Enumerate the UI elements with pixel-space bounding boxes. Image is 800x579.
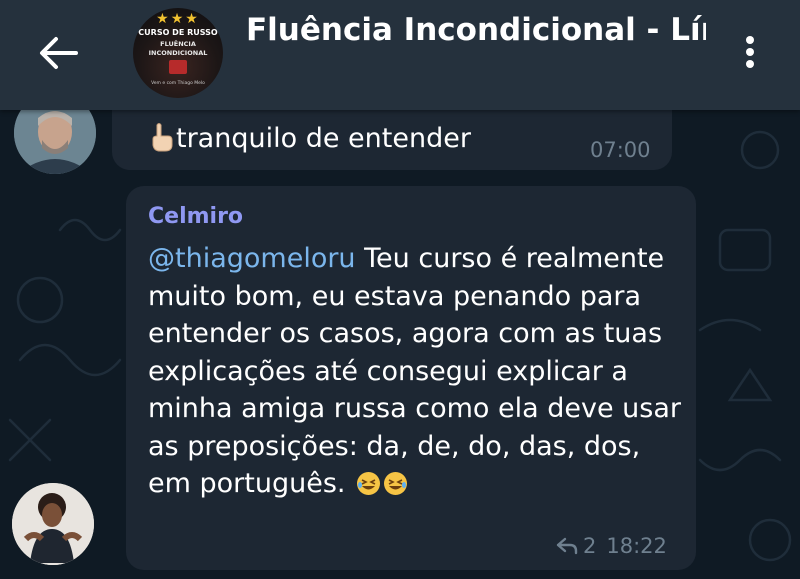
rolling-laughing-face-icon — [384, 472, 408, 495]
group-avatar[interactable]: ★★★ CURSO DE RUSSO FLUÊNCIA INCONDICIONA… — [133, 8, 223, 98]
chat-header: ★★★ CURSO DE RUSSO FLUÊNCIA INCONDICIONA… — [0, 0, 800, 110]
reply-count: 2 — [583, 534, 597, 558]
back-button[interactable] — [30, 30, 86, 76]
message-time: 18:22 — [606, 534, 667, 558]
message-text-content: tranquilo de entender — [176, 123, 471, 154]
rolling-laughing-face-icon — [357, 472, 381, 495]
user-photo — [12, 483, 94, 565]
message-meta: 2 18:22 — [556, 534, 667, 558]
replies-button[interactable]: 2 — [556, 534, 596, 558]
user-avatar[interactable] — [12, 483, 94, 565]
more-vertical-icon — [746, 36, 754, 68]
avatar-line1: CURSO DE RUSSO — [138, 28, 218, 37]
pointing-up-hand-icon — [148, 122, 174, 154]
avatar-line3: INCONDICIONAL — [148, 49, 208, 57]
sender-name[interactable]: Celmiro — [148, 204, 243, 229]
reply-arrow-icon — [556, 537, 578, 555]
message-text: @thiagomeloru Teu curso é realmente muit… — [148, 240, 688, 503]
more-options-button[interactable] — [730, 28, 770, 76]
chat-title[interactable]: Fluência Incondicional - Lín — [246, 12, 706, 48]
message-text: tranquilo de entender — [148, 122, 471, 154]
avatar-line2: FLUÊNCIA — [160, 40, 196, 48]
user-mention-link[interactable]: @thiagomeloru — [148, 243, 356, 274]
avatar-stars: ★★★ — [156, 11, 200, 27]
arrow-left-icon — [40, 37, 78, 69]
book-icon — [169, 60, 187, 74]
avatar-caption: Vem e com Thiago Melo — [151, 81, 205, 86]
message-time: 07:00 — [590, 138, 651, 162]
message-text-content: Teu curso é realmente muito bom, eu esta… — [148, 243, 681, 499]
